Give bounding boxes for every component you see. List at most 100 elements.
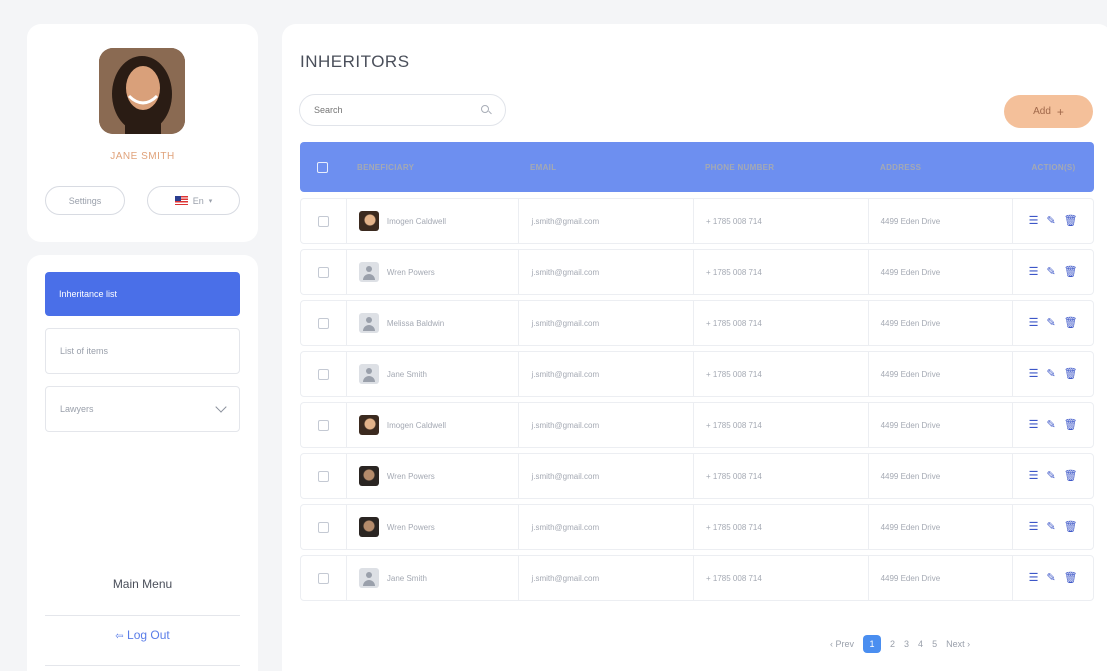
beneficiary-cell: Imogen Caldwell <box>345 403 519 447</box>
email-cell: j.smith@gmail.com <box>518 556 693 600</box>
beneficiary-cell: Wren Powers <box>345 250 519 294</box>
user-name: JANE SMITH <box>110 151 175 162</box>
table-row[interactable]: Wren Powers j.smith@gmail.com + 1785 008 7… <box>300 504 1094 550</box>
table-row[interactable]: Jane Smith j.smith@gmail.com + 1785 008 71… <box>300 555 1094 601</box>
row-checkbox[interactable] <box>317 368 329 380</box>
beneficiary-name: Jane Smith <box>386 573 427 583</box>
edit-icon[interactable]: ✎ <box>1046 266 1055 278</box>
beneficiary-cell: Jane Smith <box>345 556 519 600</box>
prev-page-button[interactable]: ‹ Prev <box>830 639 854 649</box>
delete-icon[interactable]: 🗑 <box>1064 572 1078 584</box>
details-icon[interactable]: ☰ <box>1029 317 1039 329</box>
nav-item-list-of-items[interactable]: List of items <box>45 328 240 374</box>
nav-item-label: Lawyers <box>60 404 94 414</box>
edit-icon[interactable]: ✎ <box>1046 215 1055 227</box>
phone-cell: + 1785 008 714 <box>693 352 868 396</box>
nav-item-lawyers[interactable]: Lawyers <box>45 386 240 432</box>
address-cell: 4499 Eden Drive <box>867 301 1013 345</box>
header-checkbox-cell <box>300 142 345 192</box>
table-row[interactable]: Imogen Caldwell j.smith@gmail.com + 1785 0… <box>300 198 1094 244</box>
table-row[interactable]: Wren Powers j.smith@gmail.com + 1785 008 7… <box>300 249 1094 295</box>
details-icon[interactable]: ☰ <box>1029 215 1039 227</box>
email-cell: j.smith@gmail.com <box>518 301 693 345</box>
row-checkbox[interactable] <box>317 317 329 329</box>
edit-icon[interactable]: ✎ <box>1046 470 1055 482</box>
actions-cell: ☰ ✎ 🗑 <box>1012 352 1093 396</box>
address-cell: 4499 Eden Drive <box>867 403 1013 447</box>
delete-icon[interactable]: 🗑 <box>1064 419 1078 431</box>
edit-icon[interactable]: ✎ <box>1046 521 1055 533</box>
row-checkbox[interactable] <box>317 266 329 278</box>
beneficiary-cell: Wren Powers <box>345 454 519 498</box>
delete-icon[interactable]: 🗑 <box>1064 470 1078 482</box>
page-button-1[interactable]: 1 <box>863 635 882 653</box>
delete-icon[interactable]: 🗑 <box>1064 266 1078 278</box>
settings-button[interactable]: Settings <box>45 186 125 215</box>
row-checkbox[interactable] <box>317 215 329 227</box>
details-icon[interactable]: ☰ <box>1029 419 1039 431</box>
phone-cell: + 1785 008 714 <box>693 505 868 549</box>
pagination: ‹ Prev 1 2 3 4 5 Next › <box>830 635 970 653</box>
phone-cell: + 1785 008 714 <box>693 454 868 498</box>
address-cell: 4499 Eden Drive <box>867 250 1013 294</box>
nav-item-inheritance-list[interactable]: Inheritance list <box>45 272 240 316</box>
table-row[interactable]: Imogen Caldwell j.smith@gmail.com + 1785 0… <box>300 402 1094 448</box>
plus-icon: + <box>1056 104 1064 119</box>
table-row[interactable]: Jane Smith j.smith@gmail.com + 1785 008 71… <box>300 351 1094 397</box>
header-address[interactable]: ADDRESS <box>868 142 1013 192</box>
nav-item-label: List of items <box>60 346 109 356</box>
next-page-button[interactable]: Next › <box>946 639 970 649</box>
delete-icon[interactable]: 🗑 <box>1064 521 1078 533</box>
header-phone[interactable]: PHONE NUMBER <box>693 142 868 192</box>
delete-icon[interactable]: 🗑 <box>1064 317 1078 329</box>
language-button[interactable]: En ▾ <box>147 186 240 215</box>
details-icon[interactable]: ☰ <box>1029 368 1039 380</box>
row-checkbox[interactable] <box>317 419 329 431</box>
details-icon[interactable]: ☰ <box>1029 521 1039 533</box>
next-label: Next <box>946 639 965 649</box>
row-checkbox-cell <box>301 454 346 498</box>
header-beneficiary[interactable]: BENEFICIARY <box>345 142 518 192</box>
page-button-2[interactable]: 2 <box>890 639 895 649</box>
delete-icon[interactable]: 🗑 <box>1064 368 1078 380</box>
row-checkbox[interactable] <box>317 470 329 482</box>
row-checkbox[interactable] <box>317 572 329 584</box>
search-box[interactable] <box>299 94 506 126</box>
search-input[interactable] <box>314 105 464 115</box>
beneficiary-name: Melissa Baldwin <box>386 318 445 328</box>
edit-icon[interactable]: ✎ <box>1046 419 1055 431</box>
header-actions: ACTION(S) <box>1031 162 1076 172</box>
edit-icon[interactable]: ✎ <box>1046 572 1055 584</box>
beneficiary-name: Wren Powers <box>386 471 435 481</box>
phone-cell: + 1785 008 714 <box>693 301 868 345</box>
page-button-5[interactable]: 5 <box>932 639 937 649</box>
header-email[interactable]: EMAIL <box>518 142 693 192</box>
beneficiary-avatar <box>358 466 379 486</box>
edit-icon[interactable]: ✎ <box>1046 368 1055 380</box>
add-button[interactable]: Add + <box>1004 95 1093 128</box>
logout-button[interactable]: ⇦ Log Out <box>45 628 240 642</box>
phone-cell: + 1785 008 714 <box>693 199 868 243</box>
page-title: INHERITORS <box>300 52 410 71</box>
beneficiary-name: Imogen Caldwell <box>386 216 447 226</box>
delete-icon[interactable]: 🗑 <box>1064 215 1078 227</box>
details-icon[interactable]: ☰ <box>1029 266 1039 278</box>
main-card: INHERITORS Add + BENEFICIARY EMAIL PHONE… <box>282 24 1107 671</box>
table-row[interactable]: Wren Powers j.smith@gmail.com + 1785 008 7… <box>300 453 1094 499</box>
page-button-4[interactable]: 4 <box>918 639 923 649</box>
details-icon[interactable]: ☰ <box>1029 470 1039 482</box>
beneficiary-cell: Wren Powers <box>345 505 519 549</box>
caret-down-icon: ▾ <box>208 197 213 205</box>
row-checkbox-cell <box>301 301 346 345</box>
main-menu-link[interactable]: Main Menu <box>45 577 240 591</box>
row-checkbox[interactable] <box>317 521 329 533</box>
select-all-checkbox[interactable] <box>317 161 328 173</box>
actions-cell: ☰ ✎ 🗑 <box>1012 250 1093 294</box>
edit-icon[interactable]: ✎ <box>1046 317 1055 329</box>
details-icon[interactable]: ☰ <box>1029 572 1039 584</box>
row-checkbox-cell <box>301 556 346 600</box>
table-row[interactable]: Melissa Baldwin j.smith@gmail.com + 1785 0… <box>300 300 1094 346</box>
page-button-3[interactable]: 3 <box>904 639 909 649</box>
beneficiary-name: Imogen Caldwell <box>386 420 447 430</box>
beneficiary-name: Jane Smith <box>386 369 427 379</box>
